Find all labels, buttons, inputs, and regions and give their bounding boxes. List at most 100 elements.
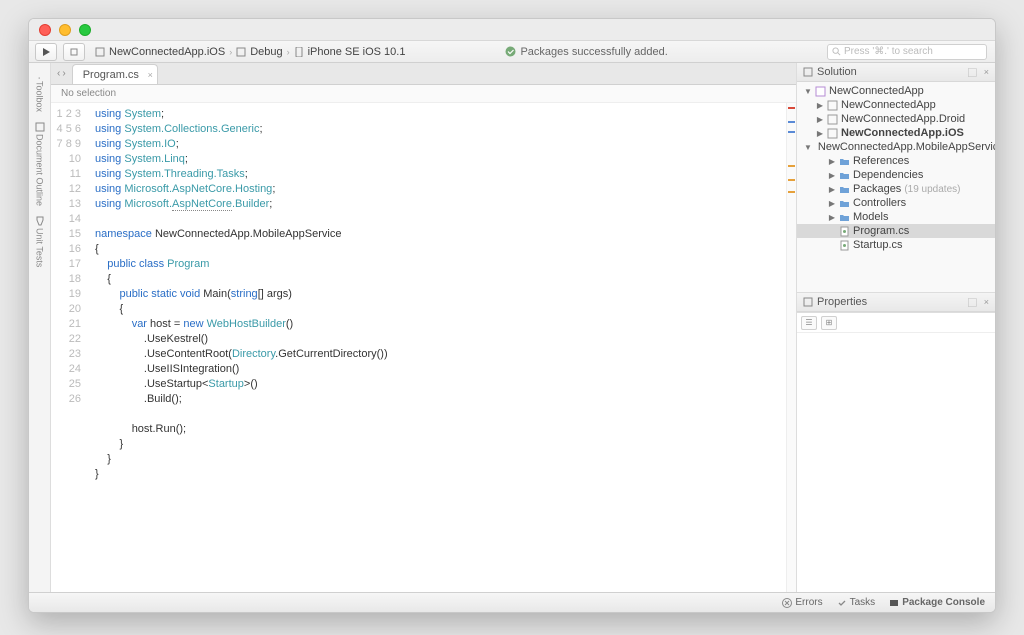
tree-label: NewConnectedApp (841, 99, 936, 111)
code-content[interactable]: using System; using System.Collections.G… (89, 103, 786, 592)
minimize-window-button[interactable] (59, 24, 71, 36)
left-rail: T Toolbox Document Outline Unit Tests (29, 63, 51, 592)
tree-label: NewConnectedApp.iOS (841, 127, 964, 139)
tree-label: Packages (853, 183, 901, 195)
tree-row[interactable]: ▼NewConnectedApp (797, 84, 995, 98)
folder-icon (839, 170, 850, 181)
warning-marker[interactable] (788, 179, 795, 181)
info-marker[interactable] (788, 131, 795, 133)
tree-row[interactable]: ▶ NewConnectedApp.iOS (797, 126, 995, 140)
tree-row[interactable]: Startup.cs (797, 238, 995, 252)
toolbox-tab[interactable]: T Toolbox (35, 69, 45, 112)
close-tab-button[interactable]: × (148, 70, 153, 80)
tree-row[interactable]: ▶ Controllers (797, 196, 995, 210)
tree-label: Program.cs (853, 225, 909, 237)
properties-panel-header[interactable]: Properties ⃞ × (797, 293, 995, 312)
tree-label: Startup.cs (853, 239, 903, 251)
file-tab[interactable]: Program.cs × (72, 64, 158, 84)
search-placeholder: Press '⌘.' to search (844, 46, 933, 57)
properties-body (797, 333, 995, 592)
document-outline-tab[interactable]: Document Outline (35, 122, 45, 206)
close-window-button[interactable] (39, 24, 51, 36)
run-config-breadcrumb[interactable]: NewConnectedApp.iOS › Debug › iPhone SE … (95, 46, 405, 58)
tree-row[interactable]: ▶ Packages (19 updates) (797, 182, 995, 196)
chevron-right-icon: › (287, 47, 290, 57)
props-view-button-1[interactable]: ☰ (801, 316, 817, 330)
tree-suffix: (19 updates) (904, 184, 960, 195)
tasks-button[interactable]: Tasks (837, 597, 876, 608)
device-icon (294, 47, 304, 57)
tree-row[interactable]: ▶References (797, 154, 995, 168)
disclosure-triangle-icon[interactable]: ▶ (816, 115, 824, 124)
errors-button[interactable]: Errors (782, 597, 822, 608)
right-column: Solution ⃞ × ▼NewConnectedApp▶NewConnect… (797, 63, 995, 592)
line-gutter: 1 2 3 4 5 6 7 8 9 10 11 12 13 14 15 16 1… (51, 103, 89, 592)
tree-label: Models (853, 211, 888, 223)
properties-panel: ☰ ⊞ (797, 312, 995, 592)
ide-window: NewConnectedApp.iOS › Debug › iPhone SE … (28, 18, 996, 613)
disclosure-triangle-icon[interactable]: ▶ (828, 199, 836, 208)
nav-forward-button[interactable]: › (62, 68, 65, 79)
file-icon (839, 240, 850, 251)
properties-title: Properties (817, 296, 867, 308)
toolbar: NewConnectedApp.iOS › Debug › iPhone SE … (29, 41, 995, 63)
tree-label: Dependencies (853, 169, 923, 181)
info-marker[interactable] (788, 121, 795, 123)
tab-strip: ‹ › Program.cs × (51, 63, 796, 85)
tree-row[interactable]: ▼ NewConnectedApp.MobileAppService (797, 140, 995, 154)
tests-icon (35, 216, 45, 226)
error-icon (782, 598, 792, 608)
package-console-button[interactable]: Package Console (889, 597, 985, 608)
config-icon (236, 47, 246, 57)
config-button[interactable] (63, 43, 85, 61)
properties-icon (803, 297, 813, 307)
tree-row[interactable]: ▶NewConnectedApp.Droid (797, 112, 995, 126)
solution-icon (803, 67, 813, 77)
play-icon (42, 48, 50, 56)
success-icon (505, 46, 516, 57)
tree-row[interactable]: ▶ Dependencies (797, 168, 995, 182)
panel-close-button[interactable]: × (984, 67, 989, 77)
tree-row[interactable]: ▶ NewConnectedApp (797, 98, 995, 112)
global-search-input[interactable]: Press '⌘.' to search (827, 44, 987, 60)
tree-label: Controllers (853, 197, 906, 209)
warning-marker[interactable] (788, 165, 795, 167)
disclosure-triangle-icon[interactable]: ▼ (804, 143, 812, 152)
disclosure-triangle-icon[interactable]: ▶ (828, 157, 836, 166)
props-view-button-2[interactable]: ⊞ (821, 316, 837, 330)
breadcrumb-project: NewConnectedApp.iOS (109, 46, 225, 58)
status-text: Packages successfully added. (520, 46, 667, 58)
tab-nav: ‹ › (57, 68, 66, 79)
panel-close-button[interactable]: × (984, 297, 989, 307)
unit-tests-tab[interactable]: Unit Tests (35, 216, 45, 267)
tree-row[interactable]: ▶ Models (797, 210, 995, 224)
error-marker[interactable] (788, 107, 795, 109)
editor-area: ‹ › Program.cs × No selection 1 2 3 4 5 … (51, 63, 797, 592)
solution-panel-header[interactable]: Solution ⃞ × (797, 63, 995, 82)
disclosure-triangle-icon[interactable]: ▶ (828, 185, 836, 194)
tree-label: NewConnectedApp.MobileAppService (818, 141, 995, 153)
code-editor[interactable]: 1 2 3 4 5 6 7 8 9 10 11 12 13 14 15 16 1… (51, 103, 796, 592)
disclosure-triangle-icon[interactable]: ▼ (804, 87, 812, 96)
check-icon (837, 598, 847, 608)
disclosure-triangle-icon[interactable]: ▶ (828, 213, 836, 222)
breadcrumb-bar[interactable]: No selection (51, 85, 796, 103)
breadcrumb-device: iPhone SE iOS 10.1 (308, 46, 406, 58)
solution-icon (815, 86, 826, 97)
search-icon (832, 47, 841, 56)
tab-label: Program.cs (83, 69, 139, 81)
nav-back-button[interactable]: ‹ (57, 68, 60, 79)
console-icon (889, 598, 899, 608)
disclosure-triangle-icon[interactable]: ▶ (828, 171, 836, 180)
tree-row[interactable]: Program.cs (797, 224, 995, 238)
marker-strip[interactable] (786, 103, 796, 592)
project-icon (95, 47, 105, 57)
disclosure-triangle-icon[interactable]: ▶ (816, 101, 824, 110)
run-button[interactable] (35, 43, 57, 61)
status-message: Packages successfully added. (505, 46, 667, 58)
folder-icon (839, 212, 850, 223)
disclosure-triangle-icon[interactable]: ▶ (816, 129, 824, 138)
warning-marker[interactable] (788, 191, 795, 193)
zoom-window-button[interactable] (79, 24, 91, 36)
solution-tree[interactable]: ▼NewConnectedApp▶NewConnectedApp▶NewConn… (797, 82, 995, 293)
